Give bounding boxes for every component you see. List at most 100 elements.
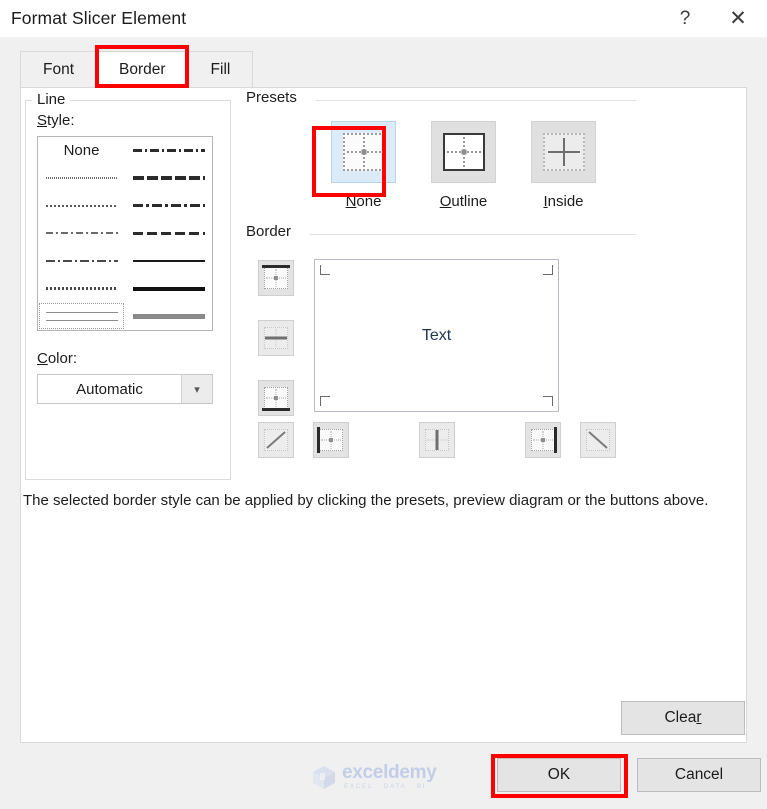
line-style-dash-dot-thick[interactable] <box>125 192 212 220</box>
border-bottom-icon <box>262 387 290 411</box>
presets-label: Presets <box>246 89 305 106</box>
line-group-label: Line <box>32 91 71 108</box>
border-right-icon <box>531 427 557 453</box>
line-style-double-line[interactable] <box>38 302 125 330</box>
line-style-slanted-dash[interactable] <box>125 165 212 193</box>
line-style-dash-dot[interactable] <box>38 247 125 275</box>
tab-border[interactable]: Border <box>96 51 189 88</box>
line-swatch-dotted-medium <box>45 287 118 291</box>
preset-outline-label: Outline <box>439 193 488 210</box>
line-swatch-dashed <box>132 231 205 235</box>
help-icon[interactable]: ? <box>662 0 708 37</box>
line-swatch-dash-dot-thick <box>132 204 205 208</box>
preview-corner-bottom-left <box>320 396 330 406</box>
style-label: Style: <box>37 112 75 129</box>
title-bar: Format Slicer Element ? ✕ <box>0 0 767 37</box>
exceldemy-name: exceldemy <box>342 762 437 784</box>
preset-none-button[interactable] <box>331 121 396 183</box>
line-swatch-slanted-dash <box>132 176 205 181</box>
clear-button[interactable]: Clea r <box>621 701 745 735</box>
presets-rule <box>316 100 636 101</box>
border-left-icon <box>317 427 343 453</box>
preset-none[interactable]: None <box>331 121 396 210</box>
line-swatch-thin-solid <box>132 260 205 263</box>
line-style-thick-solid[interactable] <box>125 275 212 303</box>
preset-inside-icon <box>542 133 585 171</box>
line-style-dotted-medium[interactable] <box>38 275 125 303</box>
border-middle-vertical-icon <box>425 429 449 451</box>
presets-row: None Outline Inside <box>331 121 596 210</box>
preset-inside-button[interactable] <box>531 121 596 183</box>
tab-font[interactable]: Font <box>20 51 98 88</box>
tab-strip: Font Border Fill <box>0 37 767 88</box>
color-dropdown[interactable]: Automatic ▾ <box>37 374 213 404</box>
preset-none-icon <box>342 133 385 171</box>
line-style-dash-dot-light[interactable] <box>38 220 125 248</box>
border-left-button[interactable] <box>313 422 349 458</box>
line-swatch-dash-dot-light <box>45 232 118 235</box>
border-diagonal-up-button[interactable] <box>258 422 294 458</box>
exceldemy-cube-icon <box>311 764 337 790</box>
border-label: Border <box>246 223 300 240</box>
preview-corner-top-left <box>320 265 330 275</box>
border-tab-panel: Line Style: None Color: Automatic ▾ Pres… <box>20 88 747 743</box>
line-swatch-thick-solid <box>132 286 205 291</box>
line-style-gray-thick[interactable] <box>125 302 212 330</box>
diagonal-up-line <box>266 431 286 449</box>
border-right-button[interactable] <box>525 422 561 458</box>
border-bottom-buttons <box>258 422 618 458</box>
preview-text: Text <box>421 326 452 344</box>
close-icon[interactable]: ✕ <box>715 0 761 37</box>
preset-outline-icon <box>442 133 485 171</box>
ok-button[interactable]: OK <box>497 758 621 792</box>
line-style-none-label: None <box>63 142 100 160</box>
border-bottom-button[interactable] <box>258 380 294 416</box>
line-style-dash-dot-dot[interactable] <box>125 137 212 165</box>
color-dropdown-value: Automatic <box>76 380 143 398</box>
presets-section-header: Presets <box>246 89 636 106</box>
tab-fill[interactable]: Fill <box>187 51 254 88</box>
line-style-grid[interactable]: None <box>37 136 213 331</box>
line-swatch-dash-dot-dot <box>132 149 205 153</box>
dialog-title: Format Slicer Element <box>11 8 187 28</box>
border-vertical-button[interactable] <box>419 422 455 458</box>
border-diagonal-up-icon <box>264 429 288 451</box>
border-section-header: Border <box>246 223 636 240</box>
line-style-none[interactable]: None <box>38 137 125 165</box>
line-swatch-gray-thick <box>132 313 205 319</box>
border-diagonal-down-button[interactable] <box>580 422 616 458</box>
border-preview-diagram[interactable]: Text <box>314 259 559 412</box>
preset-none-label: None <box>345 193 382 210</box>
border-horizontal-button[interactable] <box>258 320 294 356</box>
line-swatch-dash-dot <box>45 260 118 263</box>
border-top-button[interactable] <box>258 260 294 296</box>
preset-outline[interactable]: Outline <box>431 121 496 210</box>
tab-fill-label: Fill <box>210 61 231 78</box>
border-diagonal-down-icon <box>586 429 610 451</box>
exceldemy-watermark: exceldemy EXCEL · DATA · BI <box>311 762 457 792</box>
border-middle-horizontal-icon <box>264 327 288 349</box>
diagonal-down-line <box>588 431 608 449</box>
exceldemy-tagline: EXCEL · DATA · BI <box>344 783 426 791</box>
color-label: Color: <box>37 350 78 367</box>
preview-corner-top-right <box>543 265 553 275</box>
border-help-text: The selected border style can be applied… <box>23 492 709 509</box>
line-style-fine-dotted[interactable] <box>38 165 125 193</box>
preview-corner-bottom-right <box>543 396 553 406</box>
format-slicer-element-dialog: Format Slicer Element ? ✕ Font Border Fi… <box>0 0 767 809</box>
tab-font-label: Font <box>43 61 75 78</box>
preset-inside[interactable]: Inside <box>531 121 596 210</box>
preset-inside-label: Inside <box>543 193 584 210</box>
line-swatch-dotted <box>45 204 118 207</box>
preset-outline-button[interactable] <box>431 121 496 183</box>
tab-border-label: Border <box>119 61 166 78</box>
border-top-icon <box>262 265 290 289</box>
line-style-dotted[interactable] <box>38 192 125 220</box>
line-style-thin-solid[interactable] <box>125 247 212 275</box>
chevron-down-icon[interactable]: ▾ <box>181 375 212 403</box>
line-swatch-double-line <box>45 311 118 321</box>
border-rule <box>310 234 636 235</box>
border-left-buttons <box>258 260 294 416</box>
line-style-dashed[interactable] <box>125 220 212 248</box>
cancel-button[interactable]: Cancel <box>637 758 761 792</box>
